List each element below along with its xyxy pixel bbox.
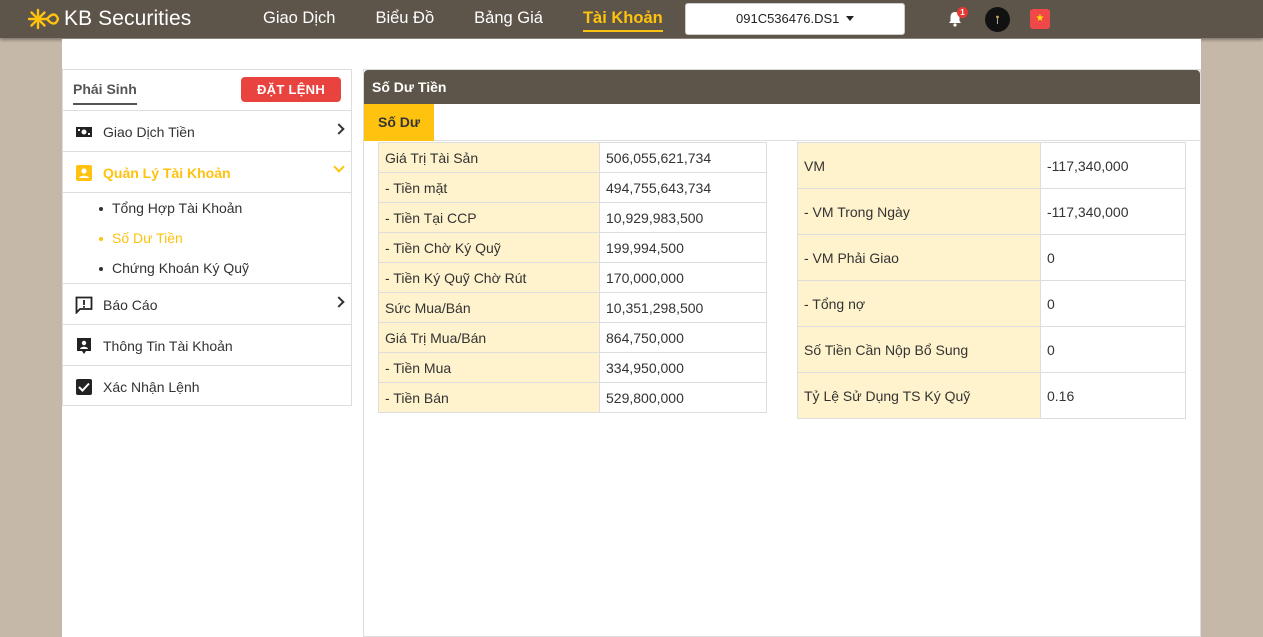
- row-value: 10,351,298,500: [599, 292, 767, 323]
- place-order-button[interactable]: ĐẶT LỆNH: [241, 77, 341, 102]
- row-label: VM: [797, 142, 1041, 189]
- row-label: - Tổng nợ: [797, 280, 1041, 327]
- row-value: 199,994,500: [599, 232, 767, 263]
- brand-logo[interactable]: KB Securities: [26, 7, 191, 31]
- tab-derivatives[interactable]: Phái Sinh: [73, 81, 137, 105]
- chevron-right-icon: [333, 123, 345, 135]
- row-value: 10,929,983,500: [599, 202, 767, 233]
- nav-trading[interactable]: Giao Dịch: [263, 0, 335, 38]
- row-value: 334,950,000: [599, 352, 767, 383]
- checkbox-icon: [76, 379, 92, 395]
- table-row: - VM Trong Ngày -117,340,000: [797, 188, 1186, 235]
- sidebar-item-account-info[interactable]: Thông Tin Tài Khoản: [63, 325, 351, 366]
- account-info-icon: [77, 338, 91, 354]
- row-label: - Tiền Ký Quỹ Chờ Rút: [378, 262, 600, 293]
- table-row: Giá Trị Mua/Bán 864,750,000: [378, 322, 767, 353]
- row-value: 0: [1040, 326, 1186, 373]
- submenu-account-summary[interactable]: Tổng Hợp Tài Khoản: [63, 198, 351, 228]
- account-select[interactable]: 091C536476.DS1: [685, 3, 905, 35]
- row-label: Số Tiền Cần Nộp Bổ Sung: [797, 326, 1041, 373]
- row-label: - VM Trong Ngày: [797, 188, 1041, 235]
- row-label: Tỷ Lệ Sử Dụng TS Ký Quỹ: [797, 372, 1041, 419]
- row-value: 0: [1040, 280, 1186, 327]
- table-row: - VM Phải Giao 0: [797, 234, 1186, 281]
- table-row: - Tiền Mua 334,950,000: [378, 352, 767, 383]
- cash-icon: [76, 127, 92, 137]
- row-value: 506,055,621,734: [599, 142, 767, 173]
- sidebar-item-label: Giao Dịch Tiền: [103, 124, 195, 140]
- row-value: 0.16: [1040, 372, 1186, 419]
- table-row: Tỷ Lệ Sử Dụng TS Ký Quỹ 0.16: [797, 372, 1186, 419]
- table-row: Sức Mua/Bán 10,351,298,500: [378, 292, 767, 323]
- panel-title: Số Dư Tiền: [364, 70, 1200, 104]
- sidebar-item-reports[interactable]: Báo Cáo: [63, 284, 351, 325]
- submenu-cash-balance[interactable]: Số Dư Tiền: [63, 228, 351, 258]
- row-label: Giá Trị Tài Sản: [378, 142, 600, 173]
- row-label: - Tiền Tại CCP: [378, 202, 600, 233]
- row-value: 864,750,000: [599, 322, 767, 353]
- sidebar-header: Phái Sinh ĐẶT LỆNH: [63, 70, 351, 111]
- sidebar-item-label: Báo Cáo: [103, 297, 158, 313]
- row-label: - Tiền Bán: [378, 382, 600, 413]
- row-label: Giá Trị Mua/Bán: [378, 322, 600, 353]
- account-selected-value: 091C536476.DS1: [736, 11, 840, 26]
- row-value: -117,340,000: [1040, 188, 1186, 235]
- table-row: - Tổng nợ 0: [797, 280, 1186, 327]
- notification-badge: 1: [957, 7, 968, 18]
- table-row: Giá Trị Tài Sản 506,055,621,734: [378, 142, 767, 173]
- report-icon: [75, 296, 93, 314]
- kb-star-icon: [27, 8, 60, 30]
- table-row: - Tiền Tại CCP 10,929,983,500: [378, 202, 767, 233]
- sidebar-item-order-confirmation[interactable]: Xác Nhận Lệnh: [63, 366, 351, 407]
- table-row: - Tiền Bán 529,800,000: [378, 382, 767, 413]
- table-row: - Tiền Ký Quỹ Chờ Rút 170,000,000: [378, 262, 767, 293]
- table-row: VM -117,340,000: [797, 142, 1186, 189]
- account-box-icon: [76, 165, 92, 181]
- brand-name: KB Securities: [64, 7, 192, 30]
- main-nav: Giao Dịch Biểu Đồ Bảng Giá Tài Khoản: [263, 0, 703, 38]
- row-label: - Tiền Chờ Ký Quỹ: [378, 232, 600, 263]
- row-label: - Tiền mặt: [378, 172, 600, 203]
- row-value: 170,000,000: [599, 262, 767, 293]
- row-label: Sức Mua/Bán: [378, 292, 600, 323]
- sidebar: Phái Sinh ĐẶT LỆNH Giao Dịch Tiền Quản L…: [62, 69, 352, 406]
- sidebar-item-label: Xác Nhận Lệnh: [103, 379, 200, 395]
- row-value: -117,340,000: [1040, 142, 1186, 189]
- nav-charts[interactable]: Biểu Đồ: [375, 0, 434, 38]
- chevron-down-icon: [333, 161, 345, 173]
- account-submenu: Tổng Hợp Tài Khoản Số Dư Tiền Chứng Khoá…: [63, 193, 351, 284]
- row-label: - Tiền Mua: [378, 352, 600, 383]
- sidebar-item-label: Thông Tin Tài Khoản: [103, 338, 233, 354]
- panel-tabs: Số Dư: [364, 104, 1200, 141]
- sidebar-item-account-management[interactable]: Quản Lý Tài Khoản: [63, 152, 351, 193]
- nav-price-board[interactable]: Bảng Giá: [474, 0, 543, 38]
- language-flag-icon[interactable]: ★: [1030, 9, 1050, 29]
- row-label: - VM Phải Giao: [797, 234, 1041, 281]
- sidebar-item-cash-transactions[interactable]: Giao Dịch Tiền: [63, 111, 351, 152]
- sidebar-item-label: Quản Lý Tài Khoản: [103, 165, 231, 181]
- row-value: 494,755,643,734: [599, 172, 767, 203]
- tab-balance[interactable]: Số Dư: [364, 104, 434, 141]
- avatar-icon: [996, 15, 999, 24]
- caret-down-icon: [845, 16, 854, 22]
- row-value: 529,800,000: [599, 382, 767, 413]
- row-value: 0: [1040, 234, 1186, 281]
- top-navbar: KB Securities Giao Dịch Biểu Đồ Bảng Giá…: [0, 0, 1263, 38]
- table-row: - Tiền mặt 494,755,643,734: [378, 172, 767, 203]
- user-avatar[interactable]: [985, 7, 1010, 32]
- balance-table-left: Giá Trị Tài Sản 506,055,621,734 - Tiền mặ…: [378, 142, 767, 413]
- table-row: - Tiền Chờ Ký Quỹ 199,994,500: [378, 232, 767, 263]
- nav-account[interactable]: Tài Khoản: [582, 0, 663, 38]
- balance-table-right: VM -117,340,000 - VM Trong Ngày -117,340,0…: [797, 142, 1186, 419]
- table-row: Số Tiền Cần Nộp Bổ Sung 0: [797, 326, 1186, 373]
- chevron-right-icon: [333, 296, 345, 308]
